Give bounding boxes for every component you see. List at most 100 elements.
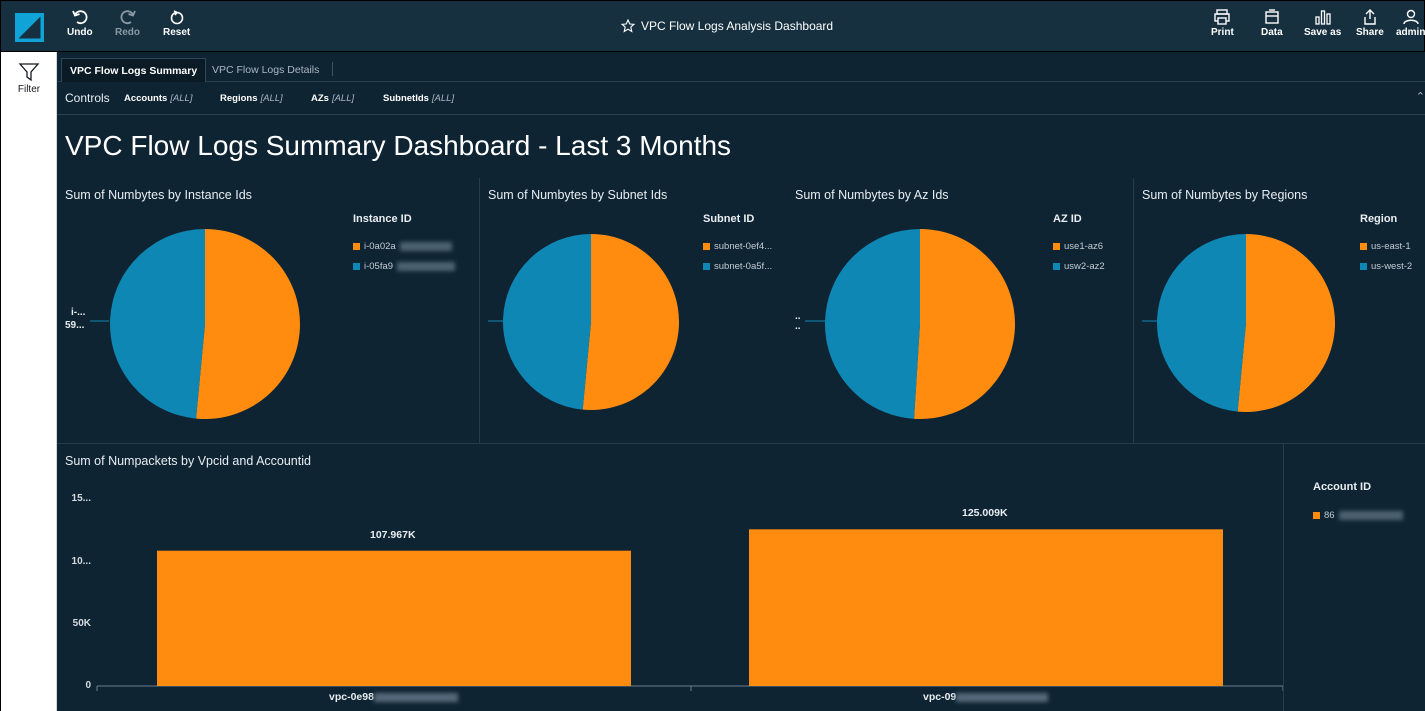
tab-label: VPC Flow Logs Summary [70,65,198,77]
redacted-text [956,692,1049,702]
bar[interactable] [749,529,1223,686]
bar-data-label: 125.009K [962,507,1008,520]
legend-label: us-west-2 [1371,261,1413,272]
dashboard-name-label: VPC Flow Logs Analysis Dashboard [641,19,834,33]
pie-slice[interactable] [1157,234,1246,412]
data-label: Data [1261,27,1283,38]
legend-swatch [353,263,360,270]
control-subnetids[interactable]: SubnetIds [ALL] [383,93,454,104]
share-label: Share [1356,27,1384,38]
control-name: Accounts [124,93,168,104]
star-icon[interactable] [621,19,635,33]
filter-label: Filter [17,84,41,95]
legend-item[interactable]: us-east-1 [1360,241,1411,252]
legend-item[interactable]: us-west-2 [1360,261,1412,272]
print-label: Print [1211,27,1234,38]
bar[interactable] [157,550,631,686]
controls-expand-icon[interactable]: ⌃ [1416,90,1425,103]
user-label: admin [1396,27,1425,38]
legend-item[interactable]: i-0a02a [353,241,452,252]
control-name: SubnetIds [383,93,429,104]
data-button[interactable]: Data [1261,9,1283,38]
controls-bar: Controls Accounts [ALL] Regions [ALL] AZs[… [57,82,1425,115]
database-icon [1265,9,1279,24]
legend-swatch [1313,512,1320,519]
legend-item[interactable]: i-05fa9 [353,261,456,272]
save-as-button[interactable]: Save as [1304,9,1341,38]
redo-button[interactable]: Redo [115,9,140,38]
dashboard-name: VPC Flow Logs Analysis Dashboard [621,19,833,33]
pie-chart-instance-ids [90,229,300,419]
controls-label: Controls [65,91,110,105]
control-value: [ALL] [260,93,283,104]
legend-item[interactable]: use1-az6 [1053,241,1103,252]
x-category-label: vpc-0e98 [329,691,458,703]
redacted-text [399,242,452,251]
control-accounts[interactable]: Accounts [ALL] [124,93,192,104]
reset-icon [170,10,183,25]
legend-label: i-0a02a [364,241,396,252]
control-value: [ALL] [331,93,355,104]
x-category-text: vpc-0e98 [329,691,374,703]
pie-slice[interactable] [824,229,920,419]
app-logo-icon[interactable] [15,13,44,42]
filter-icon [18,63,40,82]
legend-title: Account ID [1313,481,1372,493]
control-value: [ALL] [431,93,455,104]
control-name: Regions [220,93,258,104]
tab-divider [332,62,333,76]
bar-panel-numpackets: Sum of Numpackets by Vpcid and Accountid… [57,444,1425,711]
redacted-text [1338,511,1403,520]
undo-label: Undo [67,27,93,38]
tab-label: VPC Flow Logs Details [212,64,320,76]
x-category-text: vpc-09 [923,691,957,703]
legend-swatch [1053,243,1060,250]
bar-chart-icon [1314,10,1331,25]
redo-icon [120,10,136,25]
tab-vpc-flow-logs-summary[interactable]: VPC Flow Logs Summary [61,58,207,82]
bar-data-label: 107.967K [370,528,416,541]
legend-item[interactable]: subnet-0a5f... [703,261,772,272]
pie-slice[interactable] [582,234,679,410]
legend-item[interactable]: 86 [1313,510,1403,521]
legend-item[interactable]: usw2-az2 [1053,261,1105,272]
bar-chart-numpackets [96,529,1284,691]
filter-button[interactable]: Filter [9,62,49,95]
pie-panel-regions: Sum of Numbytes by Regions Region us-eas… [1134,178,1425,444]
pie-slice[interactable] [914,229,1015,419]
legend-label: use1-az6 [1064,241,1104,252]
share-button[interactable]: Share [1356,9,1384,38]
tab-vpc-flow-logs-details[interactable]: VPC Flow Logs Details [204,58,327,82]
control-regions[interactable]: Regions [ALL] [220,93,283,104]
pie-slice[interactable] [109,229,205,419]
redo-label: Redo [115,27,140,38]
slice-label: .. [795,321,801,332]
user-menu-button[interactable]: admin [1396,9,1425,38]
dashboard-canvas: VPC Flow Logs Summary VPC Flow Logs Deta… [57,52,1425,711]
sheet-tabs: VPC Flow Logs Summary VPC Flow Logs Deta… [57,52,1425,82]
pie-slice[interactable] [1237,234,1336,412]
control-name: AZs [311,93,329,104]
legend-swatch [1360,243,1367,250]
slice-label: 59... [65,320,85,331]
legend-title: AZ ID [1053,213,1082,225]
legend-item[interactable]: subnet-0ef4... [703,241,772,252]
share-icon [1364,9,1376,25]
pie-slice[interactable] [196,229,300,419]
top-toolbar: Undo Redo Reset VPC Flow Logs Analysis D… [0,0,1425,52]
reset-button[interactable]: Reset [163,9,190,38]
user-icon [1403,9,1419,25]
page-title: VPC Flow Logs Summary Dashboard - Last 3… [65,130,732,161]
undo-button[interactable]: Undo [67,9,93,38]
legend-label: usw2-az2 [1064,261,1105,272]
left-sidebar: Filter [0,52,57,711]
legend-title: Instance ID [353,213,412,225]
legend-swatch [703,263,710,270]
legend-swatch [1360,263,1367,270]
redacted-text [397,262,456,271]
control-azs[interactable]: AZs [ALL] [311,93,354,104]
legend-title: Region [1360,213,1398,225]
print-button[interactable]: Print [1211,9,1234,38]
pie-slice[interactable] [503,234,591,410]
reset-label: Reset [163,27,191,38]
